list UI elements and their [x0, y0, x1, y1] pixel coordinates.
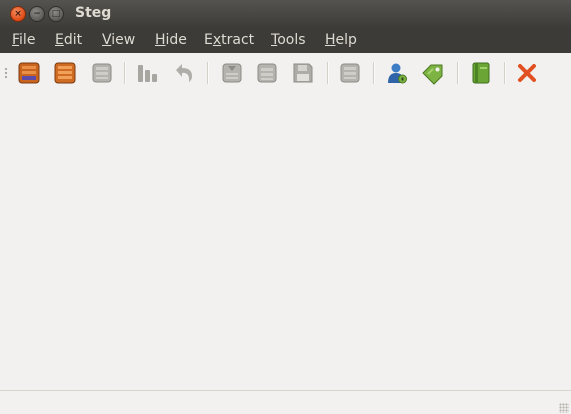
app-window: × − □ Steg File Edit View Hide Extract T… [0, 0, 571, 414]
book-button[interactable] [469, 61, 493, 85]
menu-label: tract [221, 32, 255, 48]
resize-grip[interactable] [559, 403, 569, 413]
menu-help[interactable]: Help [325, 32, 357, 48]
save-icon [293, 63, 313, 83]
toolbar-separator [207, 62, 209, 84]
open-image-button[interactable] [17, 61, 41, 85]
compare-icon [138, 65, 157, 82]
exit-icon [518, 64, 536, 82]
open-crate-icon [54, 62, 76, 84]
title-bar[interactable]: × − □ Steg [0, 0, 571, 27]
open-image-icon [18, 62, 40, 84]
user-key-button[interactable] [385, 61, 409, 85]
open-crate-button[interactable] [53, 61, 77, 85]
save-all-icon [340, 63, 360, 83]
toolbar-separator [504, 62, 506, 84]
tag-icon [422, 64, 443, 85]
menu-label: ools [277, 32, 306, 48]
maximize-icon: □ [51, 9, 61, 19]
menu-mnemonic: x [212, 32, 222, 48]
exit-button[interactable] [515, 61, 539, 85]
menu-label: ide [165, 32, 187, 48]
save-all-button[interactable] [338, 61, 362, 85]
book-icon [472, 62, 490, 84]
main-content-area [0, 93, 571, 390]
menu-bar: File Edit View Hide Extract Tools Help [0, 27, 571, 53]
minimize-icon: − [33, 9, 41, 19]
window-close-button[interactable]: × [10, 6, 26, 22]
menu-label: dit [63, 32, 83, 48]
toolbar-separator [373, 62, 375, 84]
menu-edit[interactable]: Edit [55, 32, 82, 48]
menu-mnemonic: V [102, 32, 112, 48]
menu-extract[interactable]: Extract [204, 32, 254, 48]
close-icon: × [14, 9, 22, 19]
menu-label: ile [19, 32, 36, 48]
menu-view[interactable]: View [102, 32, 135, 48]
menu-hide[interactable]: Hide [155, 32, 187, 48]
menu-tools[interactable]: Tools [271, 32, 306, 48]
menu-label: elp [335, 32, 357, 48]
window-title: Steg [75, 5, 112, 21]
window-maximize-button[interactable]: □ [48, 6, 64, 22]
export-button[interactable] [255, 61, 279, 85]
status-bar [0, 390, 571, 414]
toolbar-separator [327, 62, 329, 84]
menu-mnemonic: F [12, 32, 20, 48]
compare-button[interactable] [136, 61, 160, 85]
tag-button[interactable] [421, 61, 445, 85]
toolbar-separator [457, 62, 459, 84]
import-button[interactable] [220, 61, 244, 85]
toolbar-grip[interactable] [4, 67, 8, 79]
menu-label-prefix: E [204, 32, 213, 48]
menu-mnemonic: E [55, 32, 64, 48]
import-icon [222, 63, 242, 83]
save-button[interactable] [291, 61, 315, 85]
menu-mnemonic: H [155, 32, 166, 48]
window-minimize-button[interactable]: − [29, 6, 45, 22]
undo-button[interactable] [172, 61, 196, 85]
user-key-icon [388, 63, 407, 84]
menu-mnemonic: H [325, 32, 336, 48]
close-image-icon [92, 63, 112, 83]
menu-label: iew [111, 32, 136, 48]
toolbar-separator [124, 62, 126, 84]
toolbar [0, 53, 571, 93]
close-image-button[interactable] [90, 61, 114, 85]
undo-icon [176, 64, 192, 82]
menu-file[interactable]: File [12, 32, 35, 48]
export-icon [257, 63, 277, 83]
